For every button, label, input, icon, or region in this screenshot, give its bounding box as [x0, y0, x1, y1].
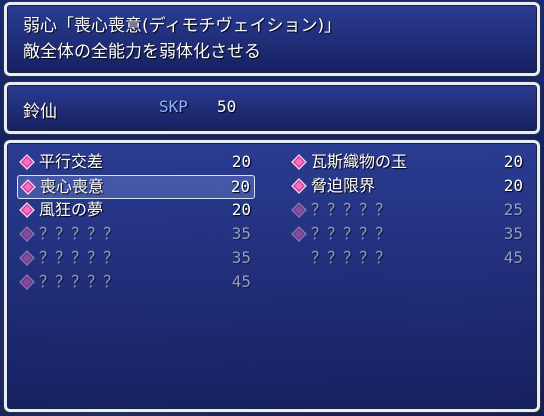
- skill-name: 平行交差: [39, 152, 104, 171]
- skill-cost: 45: [503, 248, 523, 267]
- skill-name: ？？？？？: [39, 224, 120, 243]
- skill-item[interactable]: 風狂の夢 20: [17, 199, 255, 223]
- skill-cost: 20: [503, 152, 523, 171]
- skill-item[interactable]: ？？？？？ 35: [17, 247, 255, 271]
- help-text-line-1: 弱心「喪心喪意(ディモチヴェイション)」: [23, 16, 342, 36]
- diamond-icon: [291, 202, 307, 218]
- skill-list-window: 平行交差 20 喪心喪意 20 風狂の夢 20 ？？？？？ 35 ？？？？？ 35 ？？？？？ 45 瓦…: [4, 140, 540, 412]
- help-window: 弱心「喪心喪意(ディモチヴェイション)」 敵全体の全能力を弱体化させる: [4, 2, 540, 76]
- skill-name: 脅迫限界: [311, 176, 376, 195]
- skill-name: ？？？？？: [311, 200, 392, 219]
- skill-cost: 35: [231, 224, 251, 243]
- status-window: 鈴仙 SKP 50: [4, 82, 540, 134]
- skill-item[interactable]: ？？？？？ 35: [17, 223, 255, 247]
- skill-cost: 20: [503, 176, 523, 195]
- skill-name: 喪心喪意: [40, 177, 105, 196]
- skill-name: 瓦斯織物の玉: [311, 152, 408, 171]
- skp-value: 50: [217, 97, 237, 116]
- skill-name: ？？？？？: [39, 272, 120, 291]
- diamond-icon: [291, 178, 307, 194]
- diamond-icon: [20, 179, 36, 195]
- skill-item[interactable]: 平行交差 20: [17, 151, 255, 175]
- skill-cost: 35: [231, 248, 251, 267]
- skill-name: 風狂の夢: [39, 200, 104, 219]
- diamond-icon: [19, 202, 35, 218]
- help-text-line-2: 敵全体の全能力を弱体化させる: [23, 42, 261, 62]
- skill-item[interactable]: ？？？？？ 25: [289, 199, 527, 223]
- skill-cost: 45: [231, 272, 251, 291]
- diamond-icon: [291, 226, 307, 242]
- skill-item[interactable]: ？？？？？ 45: [289, 247, 527, 271]
- diamond-icon: [19, 250, 35, 266]
- skill-name: ？？？？？: [39, 248, 120, 267]
- skill-cost: 20: [230, 177, 250, 196]
- skill-name: ？？？？？: [311, 224, 392, 243]
- diamond-icon: [19, 226, 35, 242]
- skill-item[interactable]: 喪心喪意 20: [17, 175, 255, 199]
- skill-name: ？？？？？: [311, 248, 392, 267]
- diamond-icon: [19, 274, 35, 290]
- diamond-icon: [291, 154, 307, 170]
- skill-item[interactable]: ？？？？？ 35: [289, 223, 527, 247]
- skill-item[interactable]: 瓦斯織物の玉 20: [289, 151, 527, 175]
- skill-item[interactable]: 脅迫限界 20: [289, 175, 527, 199]
- skill-cost: 20: [231, 200, 251, 219]
- actor-name: 鈴仙: [23, 102, 57, 122]
- skill-item[interactable]: ？？？？？ 45: [17, 271, 255, 295]
- skill-cost: 35: [503, 224, 523, 243]
- diamond-icon: [19, 154, 35, 170]
- skill-cost: 25: [503, 200, 523, 219]
- skp-label: SKP: [159, 97, 188, 116]
- skill-cost: 20: [231, 152, 251, 171]
